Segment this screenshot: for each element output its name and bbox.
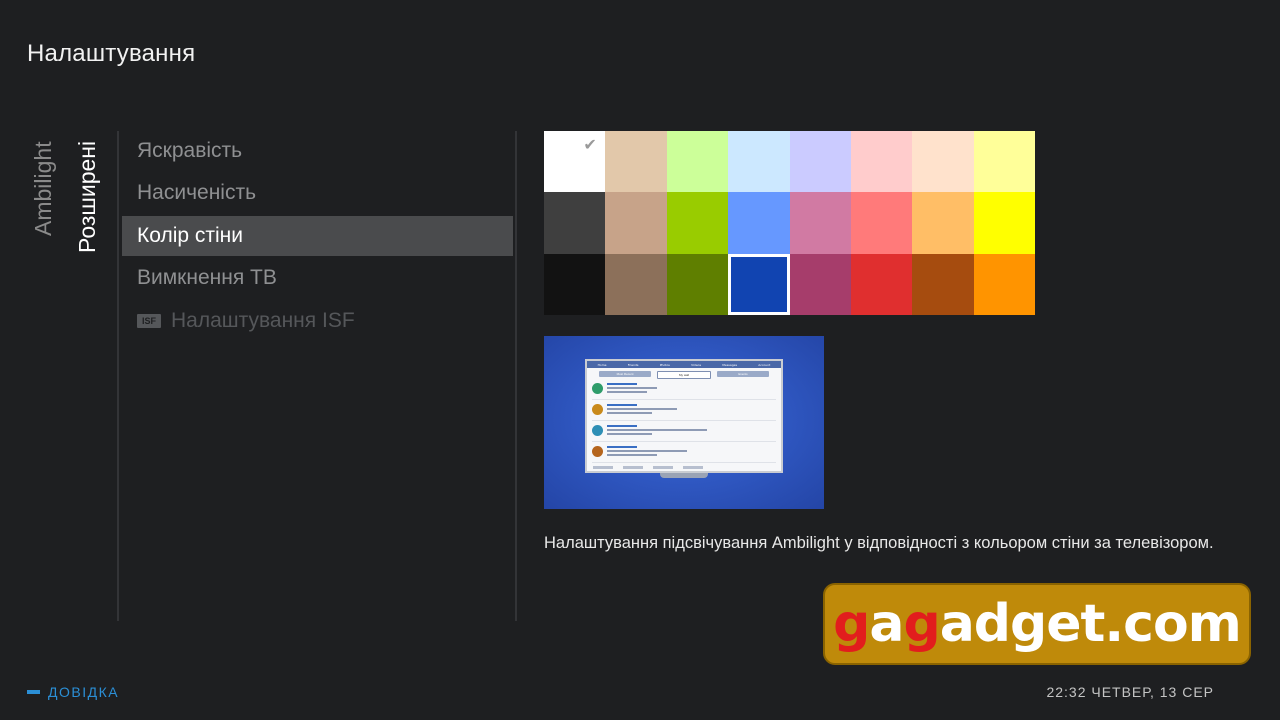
menu-item-label: Яскравість xyxy=(137,139,243,162)
color-swatch[interactable] xyxy=(666,253,729,315)
divider-left xyxy=(117,131,119,621)
color-swatch[interactable] xyxy=(789,192,851,254)
tv-post xyxy=(592,446,776,463)
color-swatch[interactable] xyxy=(728,131,790,193)
isf-badge-icon: ISF xyxy=(137,313,161,328)
color-swatch[interactable] xyxy=(850,253,913,315)
tv-post xyxy=(592,383,776,400)
color-swatch[interactable] xyxy=(605,253,667,315)
color-swatch[interactable] xyxy=(850,131,913,193)
menu-item-isf-settings: ISF Налаштування ISF xyxy=(122,301,513,341)
tv-nav-item: Account xyxy=(758,362,771,367)
menu-item-label: Насиченість xyxy=(137,181,257,205)
blue-key-icon xyxy=(27,690,40,694)
tv-tab: Most Recent xyxy=(599,371,651,377)
color-swatch[interactable] xyxy=(973,131,1035,193)
color-swatch[interactable] xyxy=(789,253,851,315)
color-swatch[interactable] xyxy=(850,192,913,254)
color-swatch[interactable] xyxy=(973,192,1035,254)
menu-item-label: Вимкнення ТВ xyxy=(137,266,277,290)
color-swatch[interactable] xyxy=(912,253,974,315)
color-swatch[interactable] xyxy=(789,131,851,193)
color-swatch[interactable]: ✔ xyxy=(544,131,606,193)
menu-item-wall-color[interactable]: Колір стіни xyxy=(122,215,513,256)
tv-nav-item: Home xyxy=(597,362,607,367)
color-swatch[interactable] xyxy=(605,192,667,254)
avatar xyxy=(592,425,603,436)
tv-stand xyxy=(660,473,708,478)
color-swatch[interactable] xyxy=(728,253,790,315)
color-swatch[interactable] xyxy=(728,192,790,254)
wall-color-palette: ✔ xyxy=(544,131,1035,315)
divider-right xyxy=(515,131,517,621)
tv-nav-item: Friends xyxy=(627,362,639,367)
tv-post xyxy=(592,425,776,442)
color-swatch[interactable] xyxy=(912,192,974,254)
setting-description: Налаштування підсвічування Ambilight у в… xyxy=(544,534,1214,552)
page-title: Налаштування xyxy=(27,40,196,67)
menu-item-tv-off[interactable]: Вимкнення ТВ xyxy=(122,258,513,298)
menu-item-label: Колір стіни xyxy=(137,223,243,247)
tv-nav-item: Videos xyxy=(691,362,702,367)
watermark-logo: g a g adget.com xyxy=(823,583,1251,665)
help-button[interactable]: ДОВІДКА xyxy=(27,684,119,700)
avatar xyxy=(592,404,603,415)
wall-color-preview: Home Friends Photos Videos Messages Account M… xyxy=(544,336,824,509)
color-swatch[interactable] xyxy=(973,253,1035,315)
clock: 22:32 ЧЕТВЕР, 13 СЕР xyxy=(1046,684,1214,700)
tab-advanced[interactable]: Розширені xyxy=(74,141,101,253)
tv-tab: My wall xyxy=(657,371,711,379)
settings-menu: Яскравість Насиченість Колір стіни Вимкн… xyxy=(122,131,513,343)
menu-item-label: Налаштування ISF xyxy=(171,308,355,332)
tab-ambilight[interactable]: Ambilight xyxy=(30,141,57,236)
help-label: ДОВІДКА xyxy=(48,684,120,700)
color-swatch[interactable] xyxy=(666,131,729,193)
tv-tab: Events xyxy=(717,371,769,377)
checkmark-icon: ✔ xyxy=(583,137,597,154)
tv-nav-bar: Home Friends Photos Videos Messages Account xyxy=(587,361,781,368)
tv-nav-item: Messages xyxy=(722,362,738,367)
menu-item-saturation[interactable]: Насиченість xyxy=(122,173,513,213)
menu-item-brightness[interactable]: Яскравість xyxy=(122,131,513,171)
color-swatch[interactable] xyxy=(666,192,729,254)
tv-post xyxy=(592,404,776,421)
avatar xyxy=(592,446,603,457)
color-swatch[interactable] xyxy=(544,192,606,254)
avatar xyxy=(592,383,603,394)
color-swatch[interactable] xyxy=(605,131,667,193)
tv-tabs: Most Recent My wall Events xyxy=(587,371,781,379)
color-swatch[interactable] xyxy=(912,131,974,193)
tv-screen-illustration: Home Friends Photos Videos Messages Account M… xyxy=(585,359,783,473)
tv-nav-item: Photos xyxy=(659,362,670,367)
color-swatch[interactable] xyxy=(544,253,606,315)
